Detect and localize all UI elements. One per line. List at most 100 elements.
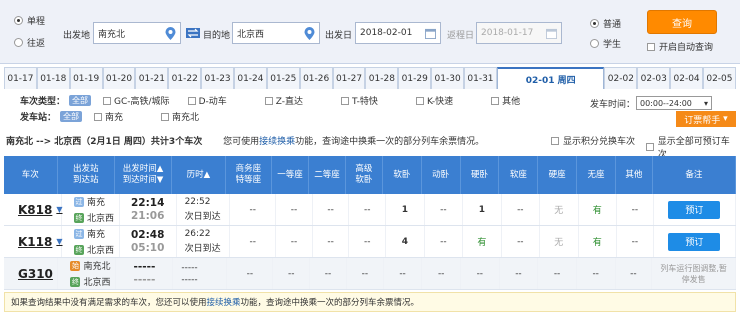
seat-cell: 1 <box>386 194 425 225</box>
date-tab[interactable]: 01-19 <box>69 67 103 89</box>
seat-cell: -- <box>310 258 347 289</box>
column-header: 备注 <box>653 156 736 194</box>
date-tab[interactable]: 01-27 <box>332 67 366 89</box>
type-all-tag[interactable]: 全部 <box>69 95 92 106</box>
date-tab[interactable]: 01-28 <box>365 67 399 89</box>
ticket-student-radio[interactable]: 学生 <box>590 37 621 50</box>
date-tab[interactable]: 01-30 <box>431 67 465 89</box>
train-number[interactable]: G310 <box>4 258 59 289</box>
date-tab[interactable]: 01-21 <box>135 67 169 89</box>
table-row: K818 ▼ 过南充终北京西 22:14 21:06 22:52 次日到达 -- -- -- -- 1… <box>4 194 737 226</box>
return-label: 返程日 <box>447 31 475 41</box>
book-button[interactable]: 预订 <box>668 232 721 251</box>
type-option[interactable]: T-特快 <box>341 94 378 107</box>
search-button[interactable]: 查询 <box>647 10 717 34</box>
date-tab[interactable]: 01-17 <box>4 67 37 89</box>
station-all-tag[interactable]: 全部 <box>60 111 83 122</box>
column-header: 车次 <box>4 156 58 194</box>
from-input[interactable]: 南充北 <box>93 22 181 44</box>
footer-note: 如果查询结果中没有满足需求的车次，您还可以使用 接续换乘 功能，查询途中换乘一次的… <box>4 292 736 312</box>
seat-cell: 有 <box>463 226 502 257</box>
seat-cell: -- <box>500 258 539 289</box>
chevron-down-icon: ▾ <box>703 98 708 108</box>
from-label: 出发地 <box>63 31 91 41</box>
calendar-icon <box>425 28 436 39</box>
trip-round-radio[interactable]: 往返 <box>14 36 45 49</box>
date-tab[interactable]: 01-26 <box>299 67 333 89</box>
train-type-filter: 车次类型： 全部 GC-高铁/城际 D-动车 Z-直达 T-特快 K-快速 其他 <box>20 94 521 107</box>
station-option[interactable]: 南充 <box>94 110 123 123</box>
column-header[interactable]: 历时▲ <box>172 156 226 194</box>
type-option[interactable]: 其他 <box>491 94 520 107</box>
seat-cell: -- <box>384 258 423 289</box>
station-option[interactable]: 南充北 <box>161 110 199 123</box>
transfer-link[interactable]: 接续换乘 <box>207 296 241 308</box>
date-tab[interactable]: 02-04 <box>670 67 704 89</box>
seat-cell: 有 <box>579 194 618 225</box>
type-option[interactable]: K-快速 <box>415 94 453 107</box>
date-tab[interactable]: 01-22 <box>168 67 202 89</box>
column-header: 动卧 <box>422 156 461 194</box>
seat-cell: -- <box>422 258 461 289</box>
return-date-input[interactable]: 2018-01-17 <box>476 22 562 44</box>
points-checkbox[interactable]: 显示积分兑换车次 <box>551 134 635 147</box>
end-station-icon: 终 <box>74 212 84 223</box>
train-number[interactable]: K118 ▼ <box>4 226 63 257</box>
ticket-normal-radio[interactable]: 普通 <box>590 17 621 30</box>
date-tab[interactable]: 02-02 <box>604 67 638 89</box>
route-summary: 南充北 --> 北京西（2月1日 周四）共计3个车次 您可使用接续换乘功能，查询… <box>6 134 736 160</box>
table-row: K118 ▼ 过南充终北京西 02:48 05:10 26:22 次日到达 -- -- -- -- 4… <box>4 226 737 258</box>
date-tab[interactable]: 01-23 <box>201 67 235 89</box>
pass-station-icon: 过 <box>74 228 84 239</box>
train-number[interactable]: K818 ▼ <box>4 194 63 225</box>
times: 22:14 21:06 <box>120 194 177 225</box>
seat-cell: -- <box>538 258 577 289</box>
date-tab[interactable]: 01-18 <box>36 67 70 89</box>
times: ----- ----- <box>116 258 174 289</box>
time-select[interactable]: 00:00--24:00 ▾ <box>636 96 712 110</box>
seat-cell: 1 <box>463 194 502 225</box>
type-option[interactable]: D-动车 <box>187 94 227 107</box>
column-header: 一等座 <box>272 156 309 194</box>
date-tab[interactable]: 02-05 <box>703 67 736 89</box>
seat-cell: -- <box>617 226 654 257</box>
to-input[interactable]: 北京西 <box>232 22 320 44</box>
seat-cell: -- <box>617 194 654 225</box>
remark: 列车运行图调整,暂停发售 <box>652 258 736 289</box>
seat-cell: -- <box>313 194 350 225</box>
seat-cell: 有 <box>579 226 618 257</box>
column-header: 出发站 到达站 <box>58 156 115 194</box>
date-tab[interactable]: 01-25 <box>266 67 300 89</box>
date-tab[interactable]: 02-03 <box>637 67 671 89</box>
seat-cell: -- <box>349 194 387 225</box>
column-header: 硬卧 <box>461 156 500 194</box>
auto-query-checkbox[interactable]: 开启自动查询 <box>647 40 713 53</box>
column-header: 其他 <box>616 156 653 194</box>
duration: ----- ----- <box>173 258 228 289</box>
type-option[interactable]: Z-直达 <box>264 94 303 107</box>
date-tab[interactable]: 01-29 <box>398 67 432 89</box>
seat-cell: -- <box>273 258 311 289</box>
filter-panel: 车次类型： 全部 GC-高铁/城际 D-动车 Z-直达 T-特快 K-快速 其他… <box>0 90 740 126</box>
duration: 22:52 次日到达 <box>177 194 231 225</box>
trip-single-radio[interactable]: 单程 <box>14 14 45 27</box>
column-header: 硬座 <box>538 156 578 194</box>
date-tab[interactable]: 02-01 周四 <box>496 67 605 89</box>
depart-date-input[interactable]: 2018-02-01 <box>355 22 441 44</box>
seat-cell: -- <box>425 194 464 225</box>
seat-cell: -- <box>425 226 464 257</box>
date-tab[interactable]: 01-20 <box>102 67 136 89</box>
seat-cell: 无 <box>540 194 579 225</box>
swap-icon[interactable] <box>186 28 200 38</box>
remark: 预订 <box>654 194 737 225</box>
book-button[interactable]: 预订 <box>668 200 721 219</box>
seat-cell: -- <box>502 194 541 225</box>
table-header: 车次 出发站 到达站 出发时间▲ 到达时间▼ 历时▲ 商务座 特等座 一等座 二等座 高级 软… <box>4 156 736 194</box>
date-tab[interactable]: 01-24 <box>234 67 267 89</box>
help-button[interactable]: 订票帮手 ▾ <box>676 111 736 127</box>
transfer-link[interactable]: 接续换乘 <box>259 137 295 147</box>
type-option[interactable]: GC-高铁/城际 <box>103 94 170 107</box>
date-tab[interactable]: 01-31 <box>464 67 497 89</box>
column-header[interactable]: 出发时间▲ 到达时间▼ <box>115 156 173 194</box>
stations: 始南充北终北京西 <box>58 258 117 289</box>
